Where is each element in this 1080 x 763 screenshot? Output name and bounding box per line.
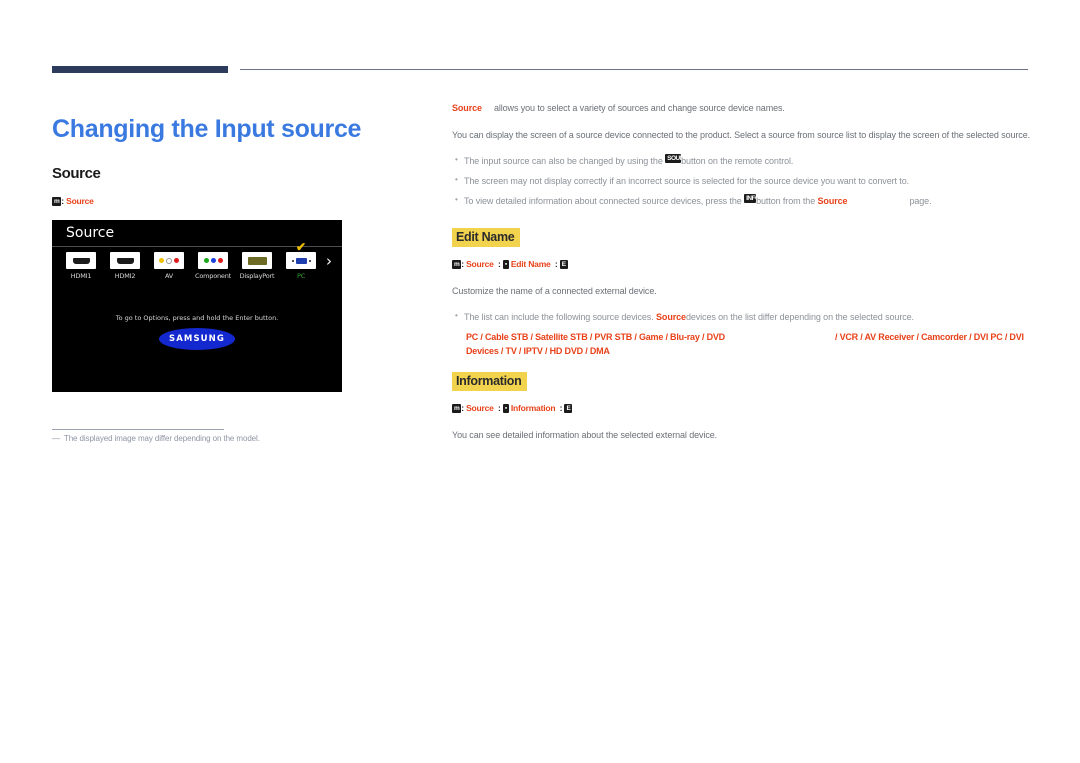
page-title: Changing the Input source xyxy=(52,114,362,143)
source-notes-list: The input source can also be changed by … xyxy=(452,153,1030,208)
menu-path-edit-name-label: Edit Name xyxy=(510,259,551,269)
edit-name-notes-list: The list can include the following sourc… xyxy=(452,309,1030,324)
note-text-pre: The list can include the following sourc… xyxy=(464,312,654,322)
source-remote-key-icon: SOURCE xyxy=(665,154,682,163)
menu-path-information-label: Information xyxy=(510,403,556,413)
chevron-right-icon[interactable]: › xyxy=(326,252,332,270)
section-heading-information: Information xyxy=(452,372,528,391)
hdmi-port-icon xyxy=(66,252,96,269)
tv-source-label: DisplayPort xyxy=(239,272,275,280)
menu-path-source-label: Source xyxy=(466,403,494,413)
list-item: To view detailed information about conne… xyxy=(452,193,1030,208)
vga-pc-icon xyxy=(286,252,316,269)
tv-source-list: HDMI1 HDMI2 AV Component DisplayPort ✔ P… xyxy=(62,241,332,280)
tv-source-item-displayport[interactable]: DisplayPort xyxy=(238,252,276,280)
note-text-pre: To view detailed information about conne… xyxy=(464,196,742,206)
enter-key-icon: E xyxy=(559,260,568,269)
device-list-line-1: PC / Cable STB / Satellite STB / PVR STB… xyxy=(466,330,1030,344)
menu-path-source-label: Source xyxy=(466,259,494,269)
device-list-line-2: Devices / TV / IPTV / HD DVD / DMA xyxy=(466,346,610,356)
note-text-pre: The screen may not display correctly if … xyxy=(464,176,910,186)
section-heading-edit-name: Edit Name xyxy=(452,228,521,247)
source-intro-paragraph: Source allows you to select a variety of… xyxy=(452,100,1030,116)
menu-path-source-label: Source xyxy=(66,196,94,206)
hdmi-port-icon xyxy=(110,252,140,269)
menu-path-edit-name: m: Source : ▪ Edit Name : E xyxy=(452,259,568,269)
information-description: You can see detailed information about t… xyxy=(452,430,718,440)
menu-key-icon: m xyxy=(452,404,462,413)
tv-source-label: HDMI1 xyxy=(70,272,92,280)
tv-menu-title: Source xyxy=(66,225,115,241)
menu-path-information: m: Source : ▪ Information : E xyxy=(452,403,573,413)
footnote-divider xyxy=(52,429,224,430)
samsung-logo-text: SAMSUNG xyxy=(169,334,225,344)
edit-name-description: Customize the name of a connected extern… xyxy=(452,286,657,296)
list-item: The input source can also be changed by … xyxy=(452,153,1030,168)
note-text-post: page. xyxy=(909,196,932,206)
note-text-post: devices on the list differ depending on … xyxy=(685,312,914,322)
menu-key-icon: m xyxy=(52,197,62,206)
menu-path-source: mMENU: Source xyxy=(52,196,432,206)
source-intro-rest: allows you to select a variety of source… xyxy=(493,103,785,113)
menu-path-colon: : xyxy=(61,196,64,206)
edit-name-device-list: PC / Cable STB / Satellite STB / PVR STB… xyxy=(466,330,1030,358)
source-keyword: Source xyxy=(817,196,848,206)
footnote-text: The displayed image may differ depending… xyxy=(63,434,260,443)
source-description-paragraph: You can display the screen of a source d… xyxy=(452,130,1031,140)
tv-source-label: Component xyxy=(195,272,231,280)
tv-source-item-av[interactable]: AV xyxy=(150,252,188,280)
device-list-right: / VCR / AV Receiver / Camcorder / DVI PC… xyxy=(834,332,1024,342)
av-rca-icon xyxy=(154,252,184,269)
footnote: ― The displayed image may differ dependin… xyxy=(52,434,260,443)
tv-source-item-component[interactable]: Component xyxy=(194,252,232,280)
menu-key-icon: m xyxy=(452,260,462,269)
note-text-pre: The input source can also be changed by … xyxy=(464,156,663,166)
component-rca-icon xyxy=(198,252,228,269)
section-heading-source: Source xyxy=(52,165,101,182)
footnote-dash: ― xyxy=(52,434,60,443)
source-keyword: Source xyxy=(452,103,482,113)
enter-key-icon: E xyxy=(564,404,573,413)
tv-source-item-hdmi2[interactable]: HDMI2 xyxy=(106,252,144,280)
right-arrow-key-icon: ▪ xyxy=(502,260,509,269)
note-text-mid: button from the xyxy=(756,196,816,206)
header-accent-bar xyxy=(52,66,228,73)
header-rule-line xyxy=(240,69,1028,70)
selected-check-icon: ✔ xyxy=(296,240,307,254)
tv-source-label: PC xyxy=(296,272,306,280)
displayport-icon xyxy=(242,252,272,269)
tv-source-item-pc[interactable]: ✔ PC xyxy=(282,241,320,280)
tv-source-item-hdmi1[interactable]: HDMI1 xyxy=(62,252,100,280)
device-list-left: PC / Cable STB / Satellite STB / PVR STB… xyxy=(466,332,725,342)
right-arrow-key-icon: ▪ xyxy=(502,404,509,413)
tv-source-screenshot: Source HDMI1 HDMI2 AV Component DisplayP… xyxy=(52,220,342,392)
samsung-logo: SAMSUNG xyxy=(159,328,235,350)
tv-source-label: AV xyxy=(164,272,174,280)
source-keyword: Source xyxy=(656,312,686,322)
list-item: The screen may not display correctly if … xyxy=(452,173,1030,188)
tv-source-label: HDMI2 xyxy=(114,272,136,280)
right-column: Source allows you to select a variety of… xyxy=(452,100,1030,454)
list-item: The list can include the following sourc… xyxy=(452,309,1030,324)
tv-options-hint: To go to Options, press and hold the Ent… xyxy=(115,314,279,322)
note-text-post: button on the remote control. xyxy=(681,156,794,166)
info-remote-key-icon: INFO xyxy=(744,194,757,203)
left-column: Source mMENU: Source Source HDMI1 HDMI2 … xyxy=(52,165,432,392)
